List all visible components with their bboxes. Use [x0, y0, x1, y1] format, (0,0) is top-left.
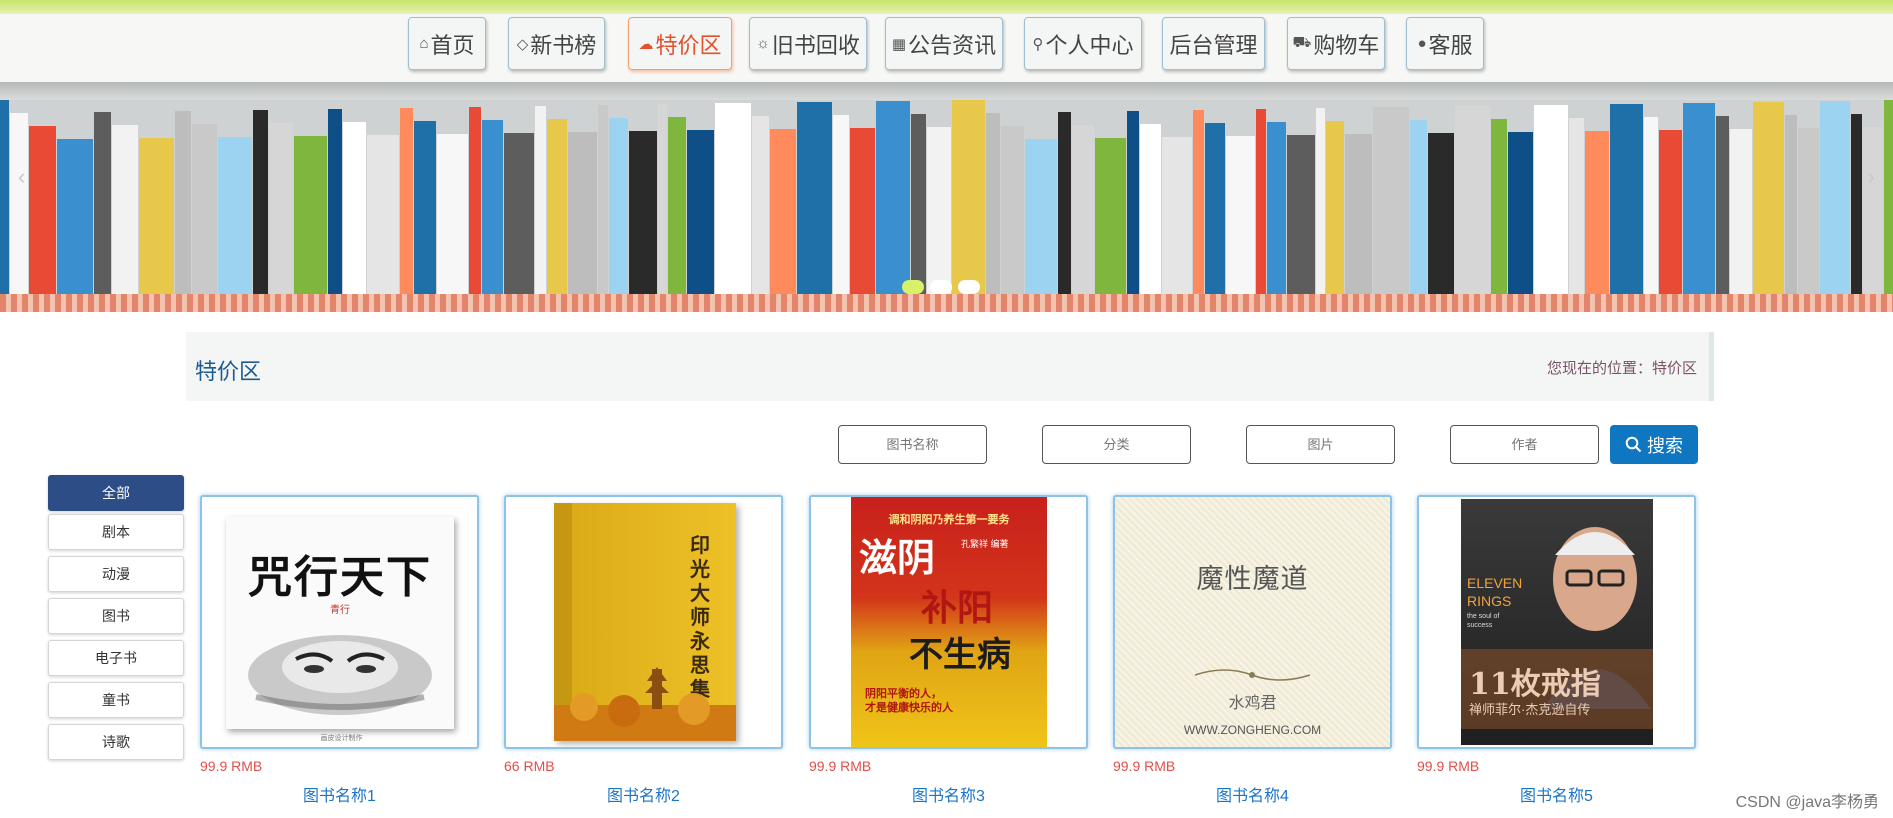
book-price-4: 99.9 RMB: [1113, 758, 1176, 774]
cover-en-3: the soul of: [1467, 613, 1500, 620]
nav-item-home[interactable]: ⌂ 首页: [408, 17, 486, 70]
cover-en-1: ELEVEN: [1467, 575, 1523, 591]
nav-item-announcements[interactable]: ▦ 公告资讯: [885, 17, 1003, 70]
cover-footer: 画皮设计制作: [320, 735, 363, 742]
cover-title-1: 滋阴: [859, 535, 936, 580]
top-accent-bar: [0, 0, 1893, 14]
cover-subtitle-2: 才是健康快乐的人: [865, 702, 953, 714]
image-search-input[interactable]: [1246, 425, 1395, 464]
category-search-input[interactable]: [1042, 425, 1191, 464]
book-cover-3[interactable]: 调和阴阳乃养生第一要务 滋阴 孔繁祥 编著 补阳 不生病 阴阳平衡的人， 才是健…: [809, 495, 1088, 749]
category-item-script[interactable]: 剧本: [48, 514, 184, 550]
sun-icon: ☼: [756, 35, 770, 52]
tag-icon: ◇: [516, 35, 529, 53]
nav-item-label: 客服: [1428, 32, 1473, 58]
cover-author: 水鸡君: [1228, 695, 1277, 712]
breadcrumb-bar: 特价区 您现在的位置：特价区: [186, 332, 1714, 401]
book-cover-1[interactable]: 咒行天下 青行 画皮设计制作: [200, 495, 479, 749]
book-cover-4[interactable]: 魔性魔道 水鸡君 WWW.ZONGHENG.COM: [1113, 495, 1392, 749]
banner-carousel: ‹ ›: [0, 82, 1893, 312]
carousel-indicators: [902, 280, 980, 294]
cover-surface: ELEVEN RINGS the soul of success 11枚戒指 禅…: [1461, 499, 1653, 745]
nav-item-label: 新书榜: [530, 32, 597, 58]
banner-prev-arrow-icon[interactable]: ‹: [18, 164, 25, 190]
book-name-5[interactable]: 图书名称5: [1417, 782, 1696, 806]
bookshelf-image: [0, 100, 1893, 294]
cover-surface: 印光大师永思集: [554, 503, 736, 741]
cover-tint: [1461, 649, 1653, 729]
cover-url: WWW.ZONGHENG.COM: [1183, 723, 1322, 737]
book-name-3[interactable]: 图书名称3: [809, 782, 1088, 806]
book-name-1[interactable]: 图书名称1: [200, 782, 479, 806]
nav-item-label: 公告资讯: [908, 32, 997, 58]
nav-item-label: 特价区: [655, 32, 722, 58]
grid-icon: ▦: [891, 35, 907, 53]
support-icon: ●: [1417, 35, 1427, 52]
category-item-ebooks[interactable]: 电子书: [48, 640, 184, 676]
user-icon: ⚲: [1032, 35, 1044, 53]
cover-title-2: 补阳: [921, 587, 994, 629]
category-item-children[interactable]: 童书: [48, 682, 184, 718]
book-cover-5[interactable]: ELEVEN RINGS the soul of success 11枚戒指 禅…: [1417, 495, 1696, 749]
search-button-label: 搜索: [1647, 435, 1683, 456]
nav-item-recycling[interactable]: ☼ 旧书回收: [749, 17, 867, 70]
book-name-2[interactable]: 图书名称2: [504, 782, 783, 806]
author-search-input[interactable]: [1450, 425, 1599, 464]
breadcrumb: 您现在的位置：特价区: [1546, 360, 1697, 377]
cover-top-line: 调和阴阳乃养生第一要务: [888, 514, 1010, 526]
nav-item-profile[interactable]: ⚲ 个人中心: [1024, 17, 1142, 70]
book-price-2: 66 RMB: [504, 758, 555, 774]
banner-next-arrow-icon[interactable]: ›: [1868, 164, 1875, 190]
nav-item-label: 购物车: [1313, 32, 1380, 58]
banner-shelf-edge: [0, 294, 1893, 312]
search-button[interactable]: 搜索: [1610, 425, 1698, 464]
cover-en-2: RINGS: [1467, 593, 1512, 609]
carousel-dot-1[interactable]: [902, 280, 924, 294]
page-title: 特价区: [195, 359, 262, 384]
nav-item-specials[interactable]: ☁ 特价区: [628, 17, 732, 70]
cover-title-3: 不生病: [909, 635, 1011, 675]
nav-item-new-books[interactable]: ◇ 新书榜: [508, 17, 605, 70]
cover-title: 魔性魔道: [1196, 564, 1309, 595]
category-item-all[interactable]: 全部: [48, 475, 184, 511]
book-price-5: 99.9 RMB: [1417, 758, 1480, 774]
cart-icon: ⛟: [1292, 34, 1312, 51]
cover-en-4: success: [1467, 622, 1493, 629]
home-icon: ⌂: [419, 35, 429, 52]
nav-item-cart[interactable]: ⛟ 购物车: [1287, 17, 1385, 70]
nav-item-label: 首页: [430, 32, 475, 58]
category-item-anime[interactable]: 动漫: [48, 556, 184, 592]
cloud-icon: ☁: [638, 35, 654, 53]
book-price-1: 99.9 RMB: [200, 758, 263, 774]
book-cover-2[interactable]: 印光大师永思集: [504, 495, 783, 749]
book-name-4[interactable]: 图书名称4: [1113, 782, 1392, 806]
cover-surface: 咒行天下 青行: [226, 517, 454, 729]
ornament-divider: [1194, 669, 1311, 681]
category-item-poetry[interactable]: 诗歌: [48, 724, 184, 760]
book-name-search-input[interactable]: [838, 425, 987, 464]
carousel-dot-3[interactable]: [958, 280, 980, 294]
cover-surface: 调和阴阳乃养生第一要务 滋阴 孔繁祥 编著 补阳 不生病 阴阳平衡的人， 才是健…: [851, 497, 1047, 747]
nav-item-support[interactable]: ● 客服: [1406, 17, 1484, 70]
ink-face-illustration: [248, 635, 432, 715]
search-icon: [1625, 436, 1642, 453]
main-nav: ⌂ 首页 ◇ 新书榜 ☁ 特价区 ☼ 旧书回收 ▦ 公告资讯 ⚲ 个人中心 后台…: [0, 14, 1893, 82]
watermark: CSDN @java李杨勇: [1735, 794, 1879, 811]
nav-item-label: 旧书回收: [771, 32, 860, 58]
category-item-books[interactable]: 图书: [48, 598, 184, 634]
cover-author: 青行: [330, 605, 350, 616]
cover-surface: 魔性魔道 水鸡君 WWW.ZONGHENG.COM: [1115, 497, 1390, 747]
cover-title: 咒行天下: [248, 552, 432, 603]
cover-author: 孔繁祥 编著: [961, 539, 1009, 549]
pagoda-illustration: [554, 667, 736, 741]
nav-item-label: 个人中心: [1045, 32, 1134, 58]
carousel-dot-2[interactable]: [930, 280, 952, 294]
nav-item-admin[interactable]: 后台管理: [1162, 17, 1265, 70]
book-price-3: 99.9 RMB: [809, 758, 872, 774]
nav-item-label: 后台管理: [1169, 32, 1258, 58]
